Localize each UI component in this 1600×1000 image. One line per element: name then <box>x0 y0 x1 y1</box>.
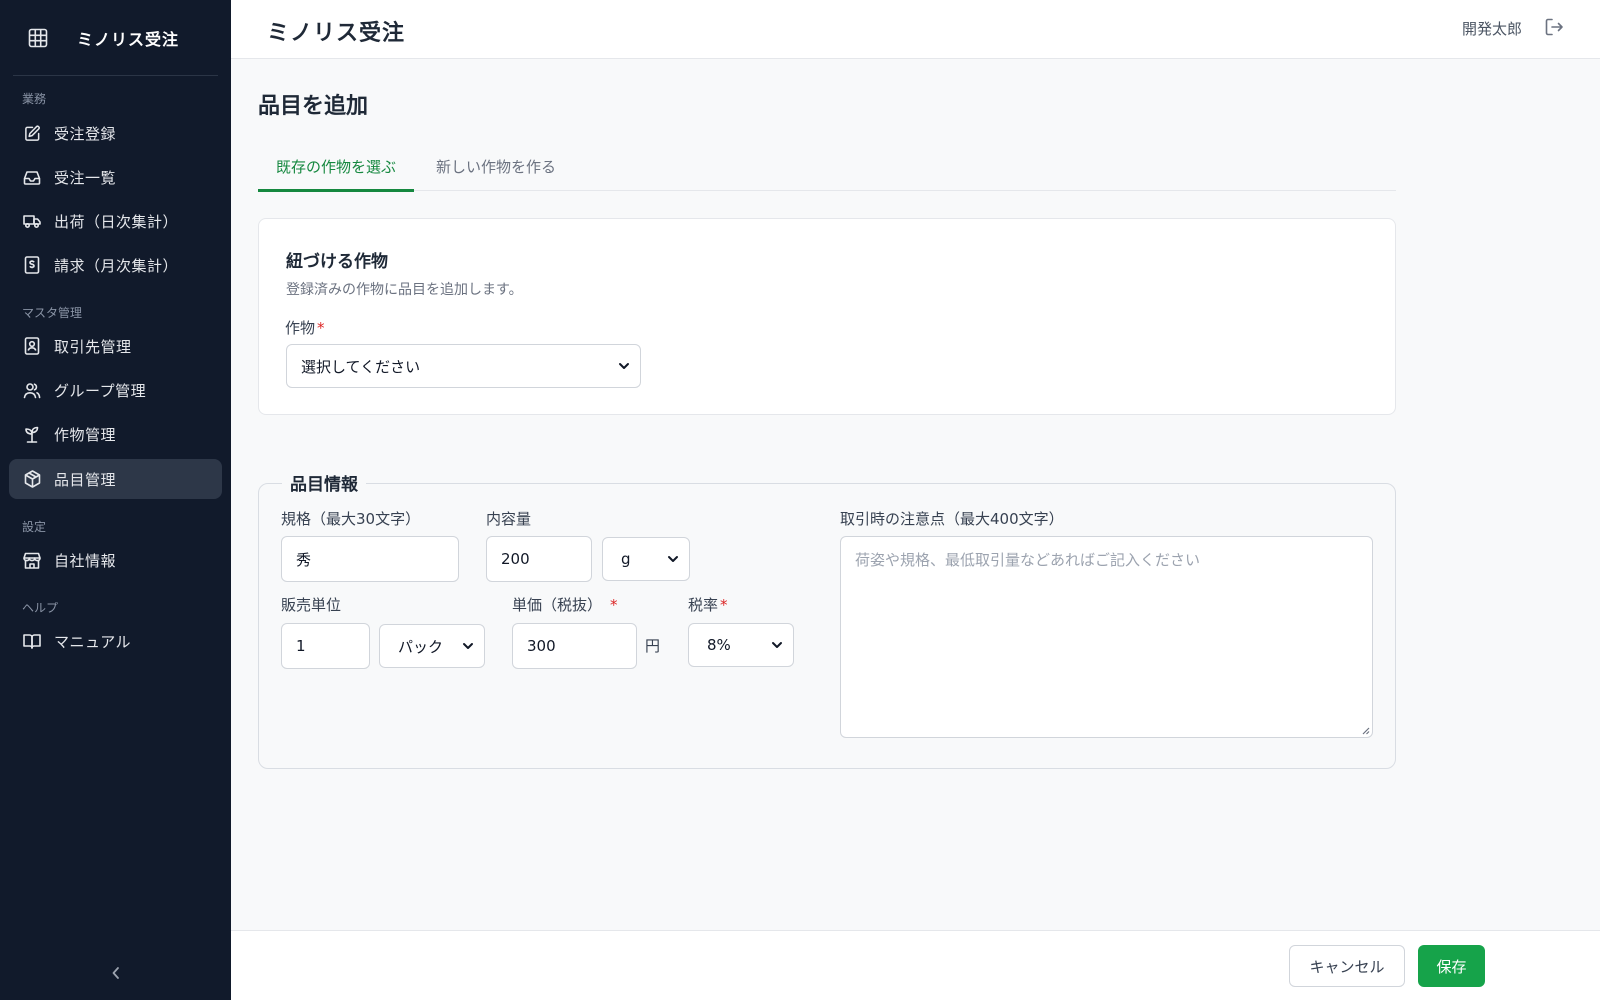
sidebar-item-clients[interactable]: 取引先管理 <box>9 326 222 366</box>
sidebar-item-label: 請求（月次集計） <box>54 256 179 275</box>
truck-icon <box>23 212 41 230</box>
price-input[interactable]: 300 <box>512 623 637 669</box>
item-info-legend: 品目情報 <box>282 470 366 495</box>
app-title: ミノリス受注 <box>267 21 406 46</box>
sidebar-item-crops[interactable]: 作物管理 <box>9 414 222 454</box>
sidebar-collapse-button[interactable] <box>104 962 128 986</box>
crop-label: 作物 * <box>285 319 325 337</box>
tab-bar: 既存の作物を選ぶ 新しい作物を作る <box>258 150 1396 192</box>
logout-icon <box>1544 17 1564 41</box>
store-icon <box>23 551 41 569</box>
chevron-left-icon <box>111 965 121 984</box>
chevron-down-icon <box>619 363 629 369</box>
sidebar-item-groups[interactable]: グループ管理 <box>9 370 222 410</box>
logout-button[interactable] <box>1542 17 1566 41</box>
section-label-settings: 設定 <box>22 520 47 534</box>
cancel-button[interactable]: キャンセル <box>1289 945 1405 987</box>
sale-unit-type-select[interactable]: パック <box>379 624 485 668</box>
top-header: ミノリス受注 開発太郎 <box>231 0 1600 59</box>
book-icon <box>23 632 41 650</box>
required-mark: * <box>720 596 728 614</box>
sale-unit-label: 販売単位 <box>281 596 342 614</box>
sidebar-item-label: 品目管理 <box>54 470 117 489</box>
save-button[interactable]: 保存 <box>1418 945 1485 987</box>
price-suffix: 円 <box>645 637 661 655</box>
content-label: 内容量 <box>486 510 532 528</box>
page-title: 品目を追加 <box>258 94 369 119</box>
sidebar-item-company[interactable]: 自社情報 <box>9 540 222 580</box>
spec-label: 規格（最大30文字） <box>281 510 421 528</box>
notes-textarea[interactable]: 荷姿や規格、最低取引量などあればご記入ください <box>840 536 1373 738</box>
sidebar-item-order-entry[interactable]: 受注登録 <box>9 113 222 153</box>
sidebar-item-label: 作物管理 <box>54 425 117 444</box>
section-label-help: ヘルプ <box>22 601 59 615</box>
sidebar-item-label: 自社情報 <box>54 551 117 570</box>
required-mark: * <box>610 596 618 614</box>
content-unit-select[interactable]: g <box>602 537 690 581</box>
tax-rate-select[interactable]: 8% <box>688 623 794 667</box>
sale-unit-input[interactable]: 1 <box>281 623 370 669</box>
tab-existing-crop[interactable]: 既存の作物を選ぶ <box>258 150 415 192</box>
brand[interactable]: ミノリス受注 <box>0 0 231 76</box>
resize-handle-icon[interactable] <box>1360 725 1370 735</box>
sidebar-item-label: 受注登録 <box>54 124 117 143</box>
tax-rate-value: 8% <box>707 636 731 654</box>
chevron-down-icon <box>772 642 782 648</box>
sidebar-item-label: 取引先管理 <box>54 337 132 356</box>
card-title: 紐づける作物 <box>286 252 388 272</box>
sidebar: ミノリス受注 業務 受注登録 受注一覧 出荷（日次集計） 請求（月次集計） マス… <box>0 0 231 1000</box>
users-icon <box>23 381 41 399</box>
sidebar-item-label: 受注一覧 <box>54 168 117 187</box>
required-mark: * <box>317 319 325 337</box>
crop-select-value: 選択してください <box>301 357 421 376</box>
notes-label: 取引時の注意点（最大400文字） <box>840 510 1064 528</box>
sidebar-item-manual[interactable]: マニュアル <box>9 621 222 661</box>
sprout-icon <box>23 425 41 443</box>
notes-placeholder: 荷姿や規格、最低取引量などあればご記入ください <box>855 551 1201 569</box>
section-label-business: 業務 <box>22 92 47 106</box>
content-input[interactable]: 200 <box>486 536 592 582</box>
sidebar-item-label: グループ管理 <box>54 381 147 400</box>
edit-icon <box>23 124 41 142</box>
sale-unit-type-value: パック <box>398 637 444 656</box>
grid-icon <box>27 27 49 49</box>
sidebar-item-label: 出荷（日次集計） <box>54 212 179 231</box>
spec-input[interactable]: 秀 <box>281 536 459 582</box>
divider <box>13 75 218 76</box>
card-description: 登録済みの作物に品目を追加します。 <box>286 282 523 298</box>
brand-name: ミノリス受注 <box>77 30 180 49</box>
price-label: 単価（税抜） * <box>512 596 618 614</box>
sidebar-item-label: マニュアル <box>54 632 132 651</box>
contact-icon <box>23 337 41 355</box>
tax-label: 税率 * <box>688 596 728 614</box>
user-name[interactable]: 開発太郎 <box>1462 18 1522 39</box>
chevron-down-icon <box>668 556 678 562</box>
crop-select[interactable]: 選択してください <box>286 344 641 388</box>
chevron-down-icon <box>463 643 473 649</box>
sidebar-item-items[interactable]: 品目管理 <box>9 459 222 499</box>
sidebar-item-order-list[interactable]: 受注一覧 <box>9 157 222 197</box>
sidebar-item-billing[interactable]: 請求（月次集計） <box>9 245 222 285</box>
invoice-icon <box>23 256 41 274</box>
tab-new-crop[interactable]: 新しい作物を作る <box>418 150 574 191</box>
content-unit-value: g <box>621 550 631 568</box>
sidebar-item-shipping[interactable]: 出荷（日次集計） <box>9 201 222 241</box>
inbox-icon <box>23 168 41 186</box>
section-label-master: マスタ管理 <box>22 306 83 320</box>
box-icon <box>23 470 41 488</box>
